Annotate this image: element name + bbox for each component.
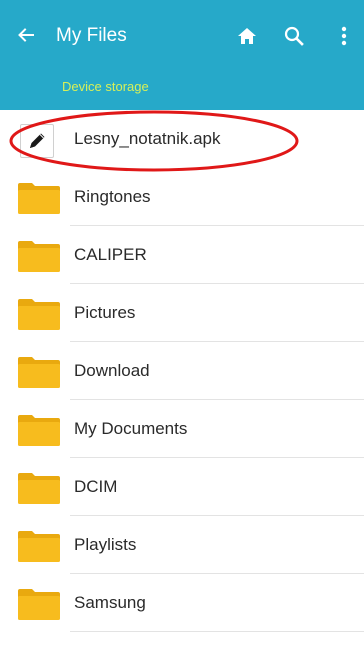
folder-icon — [18, 183, 60, 214]
search-icon — [284, 26, 304, 46]
folder-icon — [18, 299, 60, 330]
breadcrumb[interactable]: Device storage — [62, 79, 149, 94]
folder-name: Ringtones — [74, 187, 151, 206]
folder-name: Download — [74, 361, 150, 380]
file-list: Lesny_notatnik.apk Ringtones CALIPER Pic… — [0, 110, 364, 632]
folder-name: My Documents — [74, 419, 188, 438]
back-button[interactable] — [13, 22, 39, 48]
folder-icon — [18, 357, 60, 388]
folder-name: Samsung — [74, 593, 146, 612]
list-item-file[interactable]: Lesny_notatnik.apk — [0, 110, 364, 168]
list-item-folder[interactable]: Download — [0, 342, 364, 400]
list-item-folder[interactable]: CALIPER — [0, 226, 364, 284]
list-item-folder[interactable]: My Documents — [0, 400, 364, 458]
page-title: My Files — [56, 25, 127, 46]
home-button[interactable] — [233, 22, 261, 50]
folder-icon — [18, 473, 60, 504]
list-item-folder[interactable]: Pictures — [0, 284, 364, 342]
app-bar: My Files Device storage — [0, 0, 364, 110]
pencil-icon — [20, 124, 54, 158]
home-icon — [238, 28, 256, 44]
search-button[interactable] — [280, 22, 308, 50]
folder-name: Playlists — [74, 535, 137, 554]
folder-icon — [18, 415, 60, 446]
list-item-folder[interactable]: Samsung — [0, 574, 364, 632]
folder-icon — [18, 241, 60, 272]
file-name: Lesny_notatnik.apk — [74, 129, 221, 148]
arrow-left-icon — [18, 28, 34, 42]
list-item-folder[interactable]: DCIM — [0, 458, 364, 516]
more-options-button[interactable] — [330, 22, 358, 50]
list-item-folder[interactable]: Ringtones — [0, 168, 364, 226]
more-vertical-icon — [341, 26, 347, 46]
folder-icon — [18, 531, 60, 562]
folder-name: CALIPER — [74, 245, 147, 264]
folder-icon — [18, 589, 60, 620]
divider — [70, 631, 364, 632]
folder-name: Pictures — [74, 303, 136, 322]
folder-name: DCIM — [74, 477, 118, 496]
list-item-folder[interactable]: Playlists — [0, 516, 364, 574]
